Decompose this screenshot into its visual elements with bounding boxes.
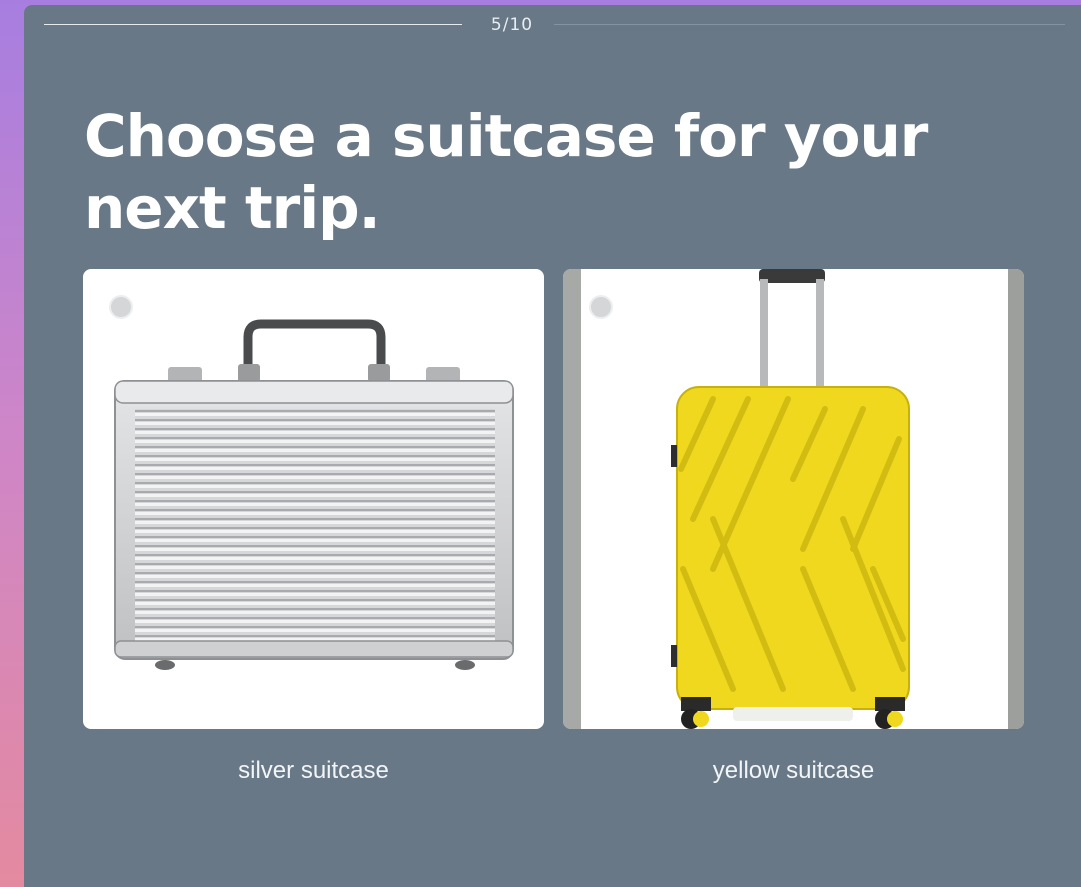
option-silver-suitcase[interactable]: silver suitcase (83, 269, 544, 785)
option-label: yellow suitcase (712, 757, 875, 784)
option-card[interactable] (83, 269, 544, 729)
option-label: silver suitcase (238, 757, 389, 784)
radio-button[interactable] (109, 295, 133, 319)
quiz-panel: 5/10 Choose a suitcase for your next tri… (24, 5, 1081, 887)
yellow-rolling-suitcase-image (671, 269, 910, 729)
progress-counter: 5/10 (490, 15, 534, 35)
option-card[interactable] (563, 269, 1024, 729)
progress-completed-segment (44, 24, 462, 25)
option-yellow-suitcase[interactable]: yellow suitcase (563, 269, 1024, 785)
progress-remaining-segment (554, 24, 1065, 25)
progress-bar: 5/10 (44, 15, 1065, 35)
radio-button[interactable] (589, 295, 613, 319)
silver-briefcase-image (114, 319, 514, 670)
question-title: Choose a suitcase for your next trip. (84, 102, 928, 242)
